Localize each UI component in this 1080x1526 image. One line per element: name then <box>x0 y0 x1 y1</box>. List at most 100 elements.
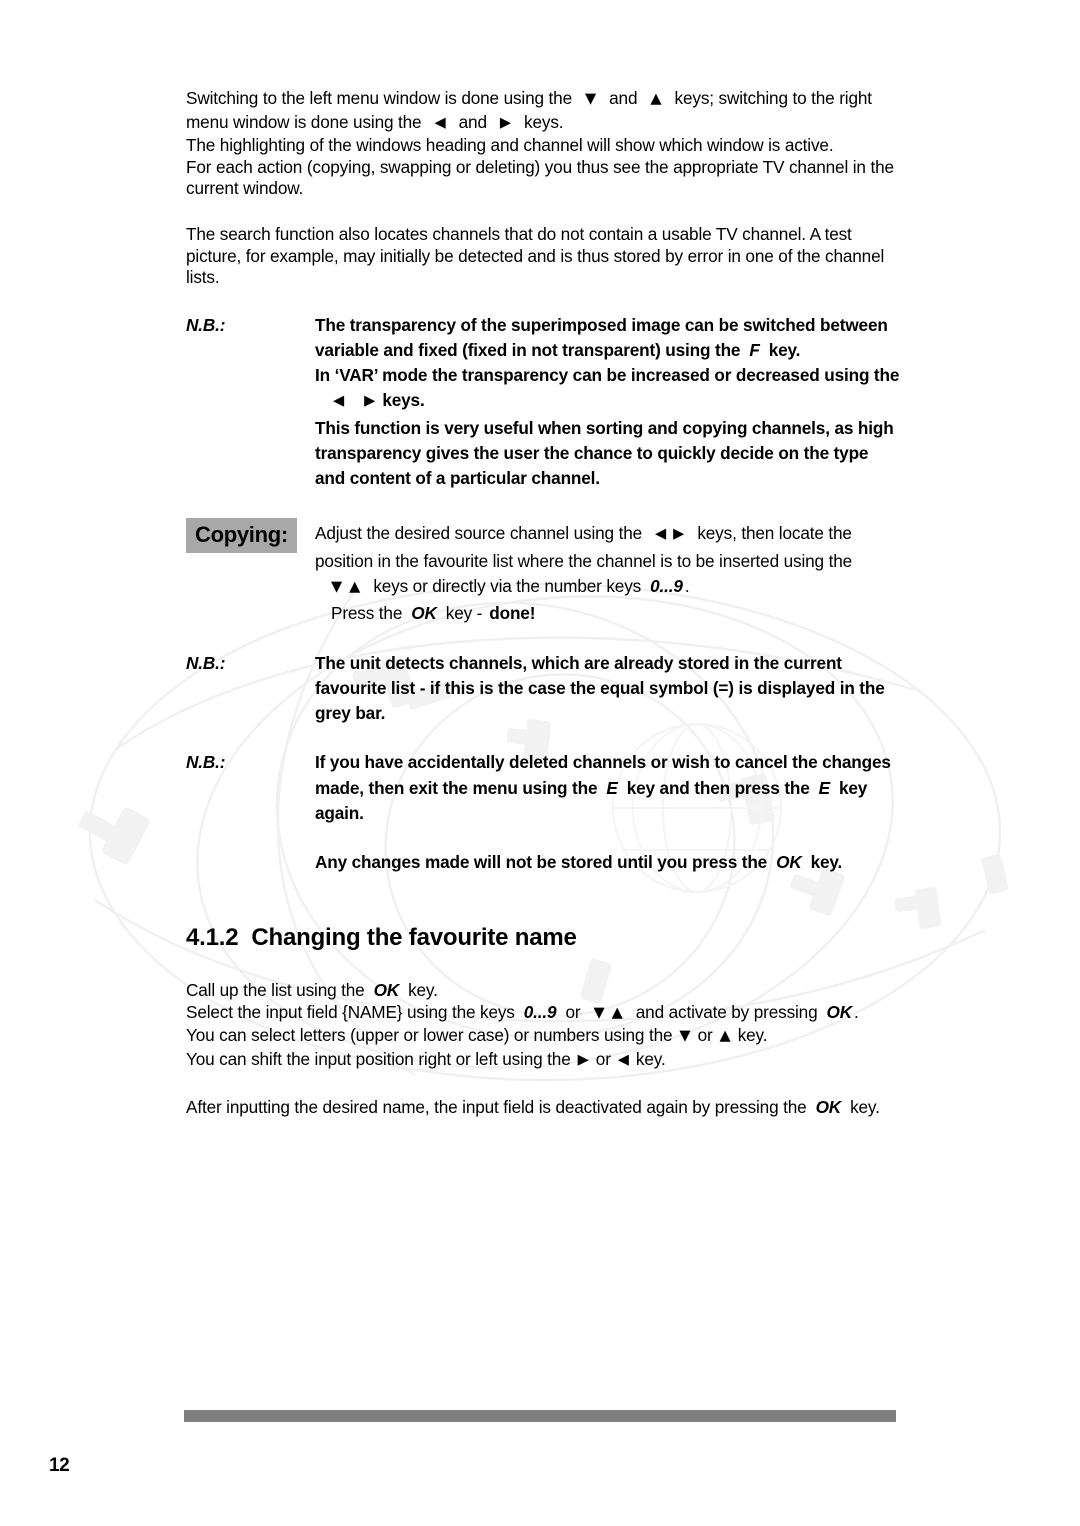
key-ok: OK <box>815 1096 842 1117</box>
text-run: and activate by pressing <box>635 1001 818 1022</box>
down-arrow-icon: ▼ <box>679 1028 691 1045</box>
text-run: You can shift the input position right o… <box>186 1049 571 1069</box>
text-run: Adjust the desired source channel using … <box>315 523 643 544</box>
key-ok: OK <box>373 980 400 1001</box>
left-arrow-icon: ◀ <box>655 526 667 543</box>
paragraph-line: You can select letters (upper or lower c… <box>186 1025 896 1049</box>
text-run: Press the <box>331 603 403 624</box>
note-block-save-reminder: Any changes made will not be stored unti… <box>186 850 896 875</box>
down-arrow-icon: ▼ <box>593 1004 605 1021</box>
key-number-range: 0...9 <box>650 575 683 596</box>
note-line: The unit detects channels, which are alr… <box>315 652 842 673</box>
text-run: and <box>609 88 638 108</box>
paragraph-line: Select the input field {NAME} using the … <box>186 1002 896 1026</box>
paragraph-line: You can shift the input position right o… <box>186 1049 896 1073</box>
paragraph-line: The search function also locates channel… <box>186 223 852 244</box>
text-run: . <box>854 1001 859 1022</box>
right-arrow-icon: ▶ <box>577 1052 589 1068</box>
text-run: keys. <box>524 111 564 132</box>
text-run: key and then press the <box>626 777 810 798</box>
emphasis-done: done! <box>489 603 536 624</box>
up-arrow-icon: ▲ <box>719 1028 731 1045</box>
key-ok: OK <box>776 852 802 873</box>
text-run: After inputting the desired name, the in… <box>186 1096 807 1117</box>
left-arrow-icon: ◀ <box>333 393 345 410</box>
paragraph-line: picture, for example, may initially be d… <box>186 245 885 266</box>
key-ok: OK <box>826 1001 853 1022</box>
note-line: In ‘VAR’ mode the transparency can be in… <box>315 365 900 386</box>
key-f: F <box>749 339 760 360</box>
text-run: key. <box>737 1025 768 1046</box>
note-line: This function is very useful when sortin… <box>315 417 894 438</box>
note-line: transparency gives the user the chance t… <box>315 442 869 463</box>
note-line: Any changes made will not be stored unti… <box>315 850 896 875</box>
footer-rule-bar <box>184 1410 896 1422</box>
paragraph-line: current window. <box>186 178 304 199</box>
text-run: menu window is done using the <box>186 111 422 132</box>
key-e: E <box>606 777 618 798</box>
text-run: key. <box>768 339 801 360</box>
text-run: or <box>595 1049 611 1069</box>
down-arrow-icon: ▼ <box>584 91 597 107</box>
text-run: keys or directly via the number keys <box>373 575 642 596</box>
paragraph-line: After inputting the desired name, the in… <box>186 1097 896 1119</box>
key-ok: OK <box>411 603 437 624</box>
page-content: Switching to the left menu window is don… <box>186 88 900 1119</box>
note-line: favourite list - if this is the case the… <box>315 678 885 698</box>
paragraph-line: The highlighting of the windows heading … <box>186 135 834 156</box>
up-arrow-icon: ▲ <box>611 1004 623 1021</box>
text-run: variable and fixed (fixed in not transpa… <box>315 339 741 360</box>
text-run: You can select letters (upper or lower c… <box>186 1025 673 1046</box>
note-body: The transparency of the superimposed ima… <box>315 313 900 491</box>
note-body: If you have accidentally deleted channel… <box>315 750 896 826</box>
text-run: keys. <box>382 390 425 411</box>
paragraph-line: For each action (copying, swapping or de… <box>186 156 894 177</box>
text-run: key <box>838 777 868 798</box>
text-run: key - <box>445 603 483 624</box>
note-line: and content of a particular channel. <box>315 467 600 488</box>
text-run: key. <box>635 1049 666 1069</box>
document-page: Switching to the left menu window is don… <box>0 0 1080 1526</box>
note-line: made, then exit the menu using the Ekey a… <box>315 776 896 801</box>
text-run: key. <box>850 1096 880 1117</box>
text-run: made, then exit the menu using the <box>315 777 598 798</box>
procedure-line: ▼ ▲ keys or directly via the number keys 0.… <box>315 574 896 601</box>
up-arrow-icon: ▲ <box>349 578 361 595</box>
note-line: ◀ ▶ keys. <box>315 388 896 415</box>
page-number: 12 <box>49 1455 70 1476</box>
procedure-body: Adjust the desired source channel using … <box>315 521 896 627</box>
right-arrow-icon: ▶ <box>499 114 512 131</box>
note-label: N.B.: <box>186 752 226 773</box>
key-e: E <box>818 777 830 798</box>
section-heading: 4.1.2 Changing the favourite name <box>186 923 896 953</box>
section-title: Changing the favourite name <box>251 924 577 952</box>
note-line: If you have accidentally deleted channel… <box>315 752 891 773</box>
text-run: and <box>458 111 487 132</box>
paragraph-line: menu window is done using the ◀ and ▶ keys. <box>186 112 896 136</box>
note-body: Any changes made will not be stored unti… <box>315 850 896 875</box>
text-run: key. <box>810 852 843 873</box>
procedure-block-copying: Copying: Adjust the desired source chann… <box>186 518 896 627</box>
text-run: Select the input field {NAME} using the … <box>186 1001 515 1022</box>
note-block-cancel-changes: N.B.: If you have accidentally deleted c… <box>186 750 896 826</box>
paragraph-switching-menu: Switching to the left menu window is don… <box>186 88 896 200</box>
note-line: variable and fixed (fixed in not transpa… <box>315 338 896 363</box>
section-number: 4.1.2 <box>186 924 239 952</box>
down-arrow-icon: ▼ <box>331 578 343 595</box>
procedure-line: Adjust the desired source channel using … <box>315 521 896 548</box>
text-run: or <box>697 1025 713 1046</box>
text-run: Any changes made will not be stored unti… <box>315 852 768 873</box>
left-arrow-icon: ◀ <box>434 114 446 131</box>
right-arrow-icon: ▶ <box>364 393 376 410</box>
note-block-transparency: N.B.: The transparency of the superimpos… <box>186 313 900 491</box>
note-line: again. <box>315 802 364 823</box>
note-body: The unit detects channels, which are alr… <box>315 651 896 727</box>
left-arrow-icon: ◀ <box>617 1052 629 1068</box>
paragraph-search-function: The search function also locates channel… <box>186 224 896 289</box>
right-arrow-icon: ▶ <box>673 526 685 543</box>
note-block-duplicate-detection: N.B.: The unit detects channels, which a… <box>186 651 896 727</box>
text-run: keys; switching to the right <box>674 88 873 108</box>
text-run: keys, then locate the <box>697 523 852 544</box>
up-arrow-icon: ▲ <box>650 91 662 107</box>
note-line: The transparency of the superimposed ima… <box>315 314 888 335</box>
